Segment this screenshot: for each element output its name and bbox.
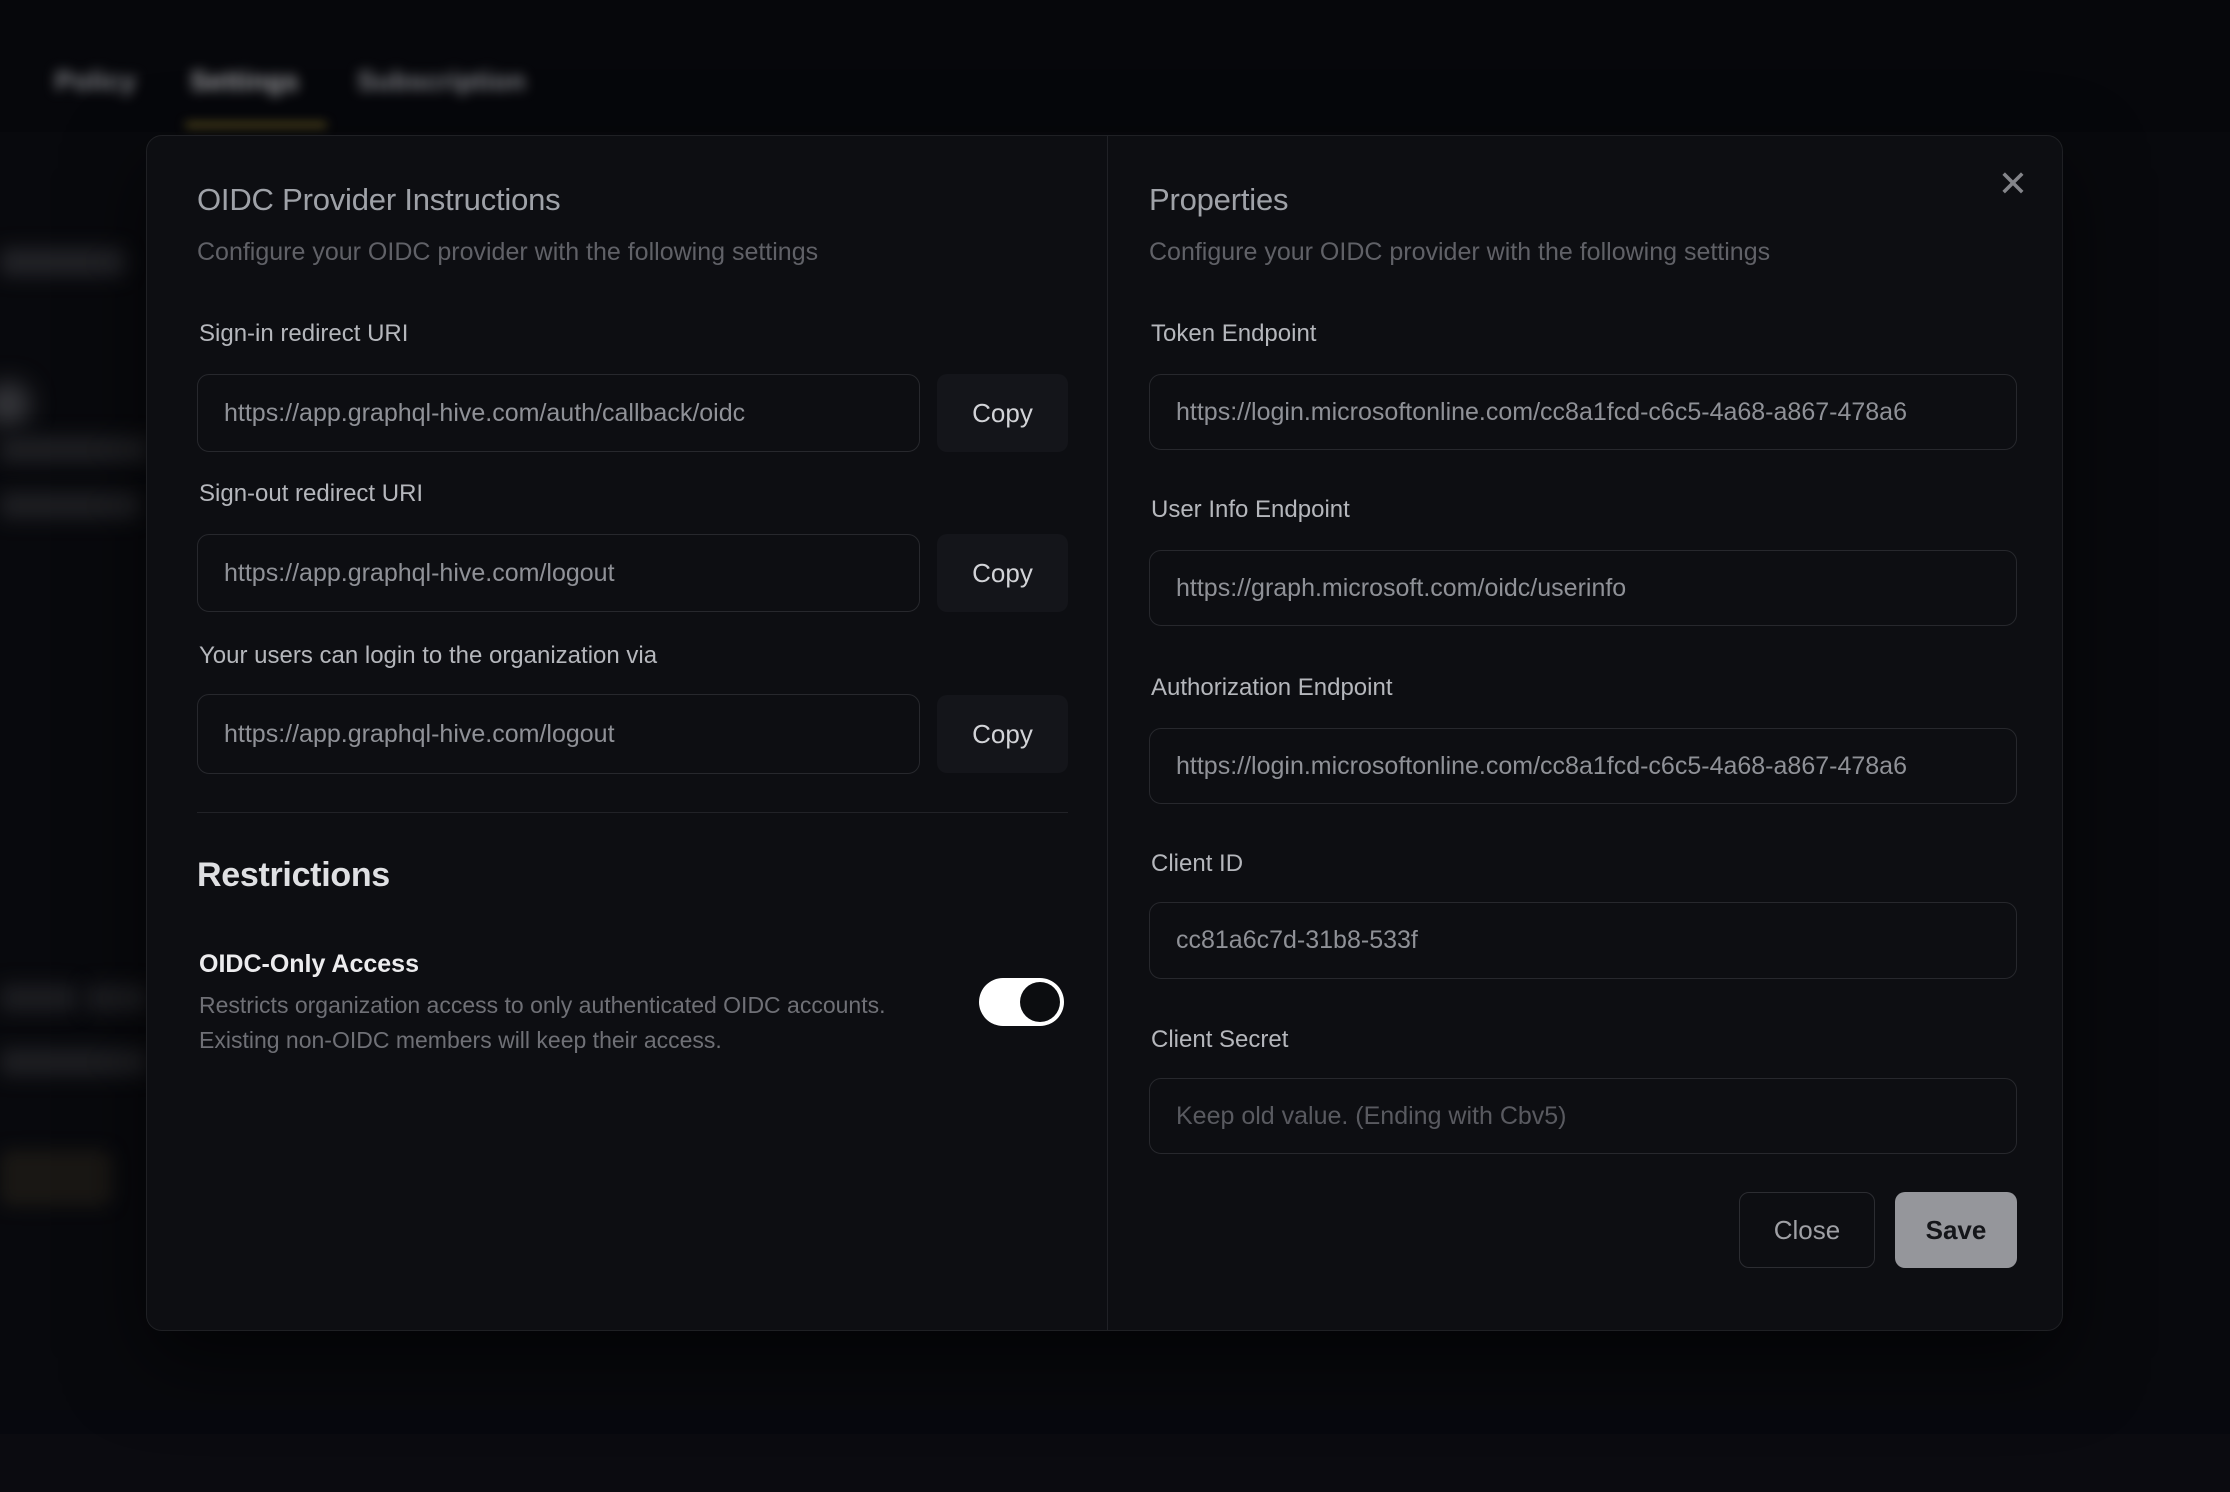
oidc-only-access-description: Restricts organization access to only au… [199,992,886,1019]
client-secret-input[interactable] [1149,1078,2017,1154]
client-id-input[interactable] [1149,902,2017,979]
instructions-title: OIDC Provider Instructions [197,182,560,218]
field-label: Token Endpoint [1151,320,1316,348]
oidc-modal: ✕ OIDC Provider Instructions Configure y… [146,135,2063,1331]
toggle-thumb [1020,982,1060,1022]
close-icon: ✕ [1998,163,2028,204]
field-label: Your users can login to the organization… [199,642,657,670]
close-modal-button[interactable]: ✕ [1987,158,2039,210]
properties-title: Properties [1149,182,1288,218]
copy-button[interactable]: Copy [937,374,1068,452]
instructions-subtitle: Configure your OIDC provider with the fo… [197,238,818,267]
field-label: Sign-in redirect URI [199,320,408,348]
oidc-only-access-label: OIDC-Only Access [199,950,419,979]
screen: Policy Settings Subscription ✕ OIDC Prov… [0,0,2230,1492]
column-divider [1107,136,1108,1330]
oidc-only-access-description: Existing non-OIDC members will keep thei… [199,1027,722,1054]
sign-out-redirect-uri-input[interactable] [197,534,920,612]
user-info-endpoint-input[interactable] [1149,550,2017,626]
restrictions-title: Restrictions [197,856,390,895]
copy-button[interactable]: Copy [937,534,1068,612]
field-label: Client Secret [1151,1026,1288,1054]
field-label: Client ID [1151,850,1243,878]
organization-login-uri-input[interactable] [197,694,920,774]
authorization-endpoint-input[interactable] [1149,728,2017,804]
field-label: Authorization Endpoint [1151,674,1393,702]
properties-subtitle: Configure your OIDC provider with the fo… [1149,238,1770,267]
sign-in-redirect-uri-input[interactable] [197,374,920,452]
oidc-only-access-toggle[interactable] [979,978,1064,1026]
copy-button[interactable]: Copy [937,695,1068,773]
save-button[interactable]: Save [1895,1192,2017,1268]
field-label: Sign-out redirect URI [199,480,423,508]
close-button[interactable]: Close [1739,1192,1875,1268]
token-endpoint-input[interactable] [1149,374,2017,450]
section-divider [197,812,1068,813]
field-label: User Info Endpoint [1151,496,1350,524]
